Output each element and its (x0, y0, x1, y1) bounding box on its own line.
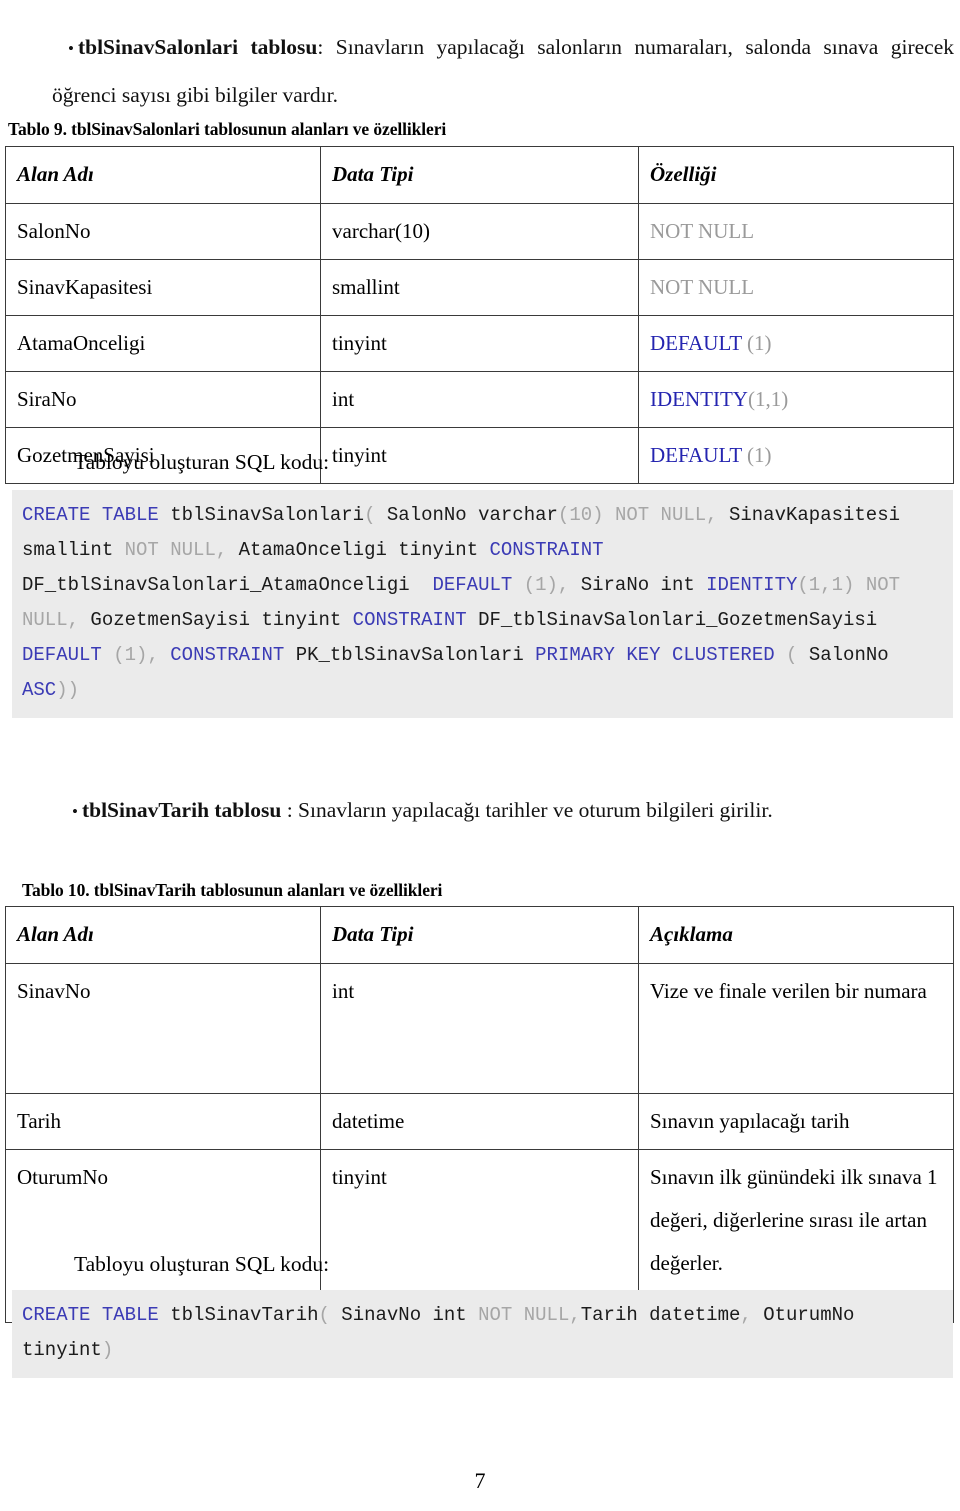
property-argument: (1,1) (747, 387, 789, 411)
table-header-row: Alan Adı Data Tipi Özelliği (5, 146, 954, 204)
table-row: SinavKapasitesi smallint NOT NULL (5, 259, 954, 316)
table-row: Tarih datetime Sınavın yapılacağı tarih (5, 1093, 954, 1150)
intro-description: Sınavların yapılacağı tarihler ve oturum… (298, 797, 773, 822)
cell-data-type: tinyint (320, 427, 639, 484)
cell-data-type: tinyint (320, 315, 639, 372)
column-header-data-tipi: Data Tipi (320, 906, 639, 964)
cell-description: Vize ve finale verilen bir numara (638, 963, 954, 1094)
table-name-emphasis: tblSinavTarih tablosu (81, 797, 282, 822)
table-tblsinavsalonlari-fields: Alan Adı Data Tipi Özelliği SalonNo varc… (5, 146, 954, 484)
cell-property: DEFAULT (1) (638, 315, 954, 372)
separator-text: : (317, 34, 336, 59)
sql-code-heading: Tabloyu oluşturan SQL kodu: (74, 450, 330, 474)
table-caption-9: Tablo 9. tblSinavSalonlari tablosunun al… (8, 119, 447, 139)
cell-property: NOT NULL (638, 203, 954, 260)
cell-field-name: Tarih (5, 1093, 321, 1150)
table-caption-10: Tablo 10. tblSinavTarih tablosunun alanl… (22, 880, 443, 900)
cell-field-name: AtamaOnceligi (5, 315, 321, 372)
cell-field-name: SiraNo (5, 371, 321, 428)
property-keyword: NOT NULL (650, 275, 755, 299)
cell-field-name: SinavNo (5, 963, 321, 1094)
column-header-alan-adi: Alan Adı (5, 146, 321, 204)
bullet-icon: • (68, 38, 74, 58)
table-name-emphasis: tblSinavSalonlari tablosu (77, 34, 318, 59)
column-header-ozelligi: Özelliği (638, 146, 954, 204)
cell-data-type: datetime (320, 1093, 639, 1150)
table-header-row: Alan Adı Data Tipi Açıklama (5, 906, 954, 964)
column-header-aciklama: Açıklama (638, 906, 954, 964)
property-keyword: DEFAULT (650, 443, 742, 467)
column-header-data-tipi: Data Tipi (320, 146, 639, 204)
sql-code-heading: Tabloyu oluşturan SQL kodu: (74, 1252, 330, 1276)
property-keyword: DEFAULT (650, 331, 742, 355)
bullet-icon: • (72, 801, 78, 821)
cell-field-name: SalonNo (5, 203, 321, 260)
property-argument: (1) (741, 331, 772, 355)
cell-description: Sınavın yapılacağı tarih (638, 1093, 954, 1150)
column-header-alan-adi: Alan Adı (5, 906, 321, 964)
intro-paragraph-tblsinavsalonlari: • tblSinavSalonlari tablosu: Sınavların y… (52, 24, 954, 118)
sql-code-block-tblsinavtarih: CREATE TABLE tblSinavTarih( SinavNo int … (12, 1290, 953, 1378)
table-row: SiraNo int IDENTITY(1,1) (5, 371, 954, 428)
page-number: 7 (474, 1468, 486, 1493)
table-row: SalonNo varchar(10) NOT NULL (5, 203, 954, 260)
separator-text: : (281, 797, 299, 822)
property-keyword: IDENTITY (650, 387, 748, 411)
intro-paragraph-tblsinavtarih: • tblSinavTarih tablosu : Sınavların yapı… (72, 787, 954, 835)
cell-data-type: int (320, 371, 639, 428)
cell-data-type: smallint (320, 259, 639, 316)
table-row: SinavNo int Vize ve finale verilen bir n… (5, 963, 954, 1094)
sql-code-block-tblsinavsalonlari: CREATE TABLE tblSinavSalonlari( SalonNo … (12, 490, 953, 718)
cell-property: DEFAULT (1) (638, 427, 954, 484)
cell-field-name: SinavKapasitesi (5, 259, 321, 316)
property-argument: (1) (741, 443, 772, 467)
cell-property: NOT NULL (638, 259, 954, 316)
table-row: AtamaOnceligi tinyint DEFAULT (1) (5, 315, 954, 372)
cell-data-type: varchar(10) (320, 203, 639, 260)
property-keyword: NOT NULL (650, 219, 755, 243)
cell-data-type: int (320, 963, 639, 1094)
cell-property: IDENTITY(1,1) (638, 371, 954, 428)
